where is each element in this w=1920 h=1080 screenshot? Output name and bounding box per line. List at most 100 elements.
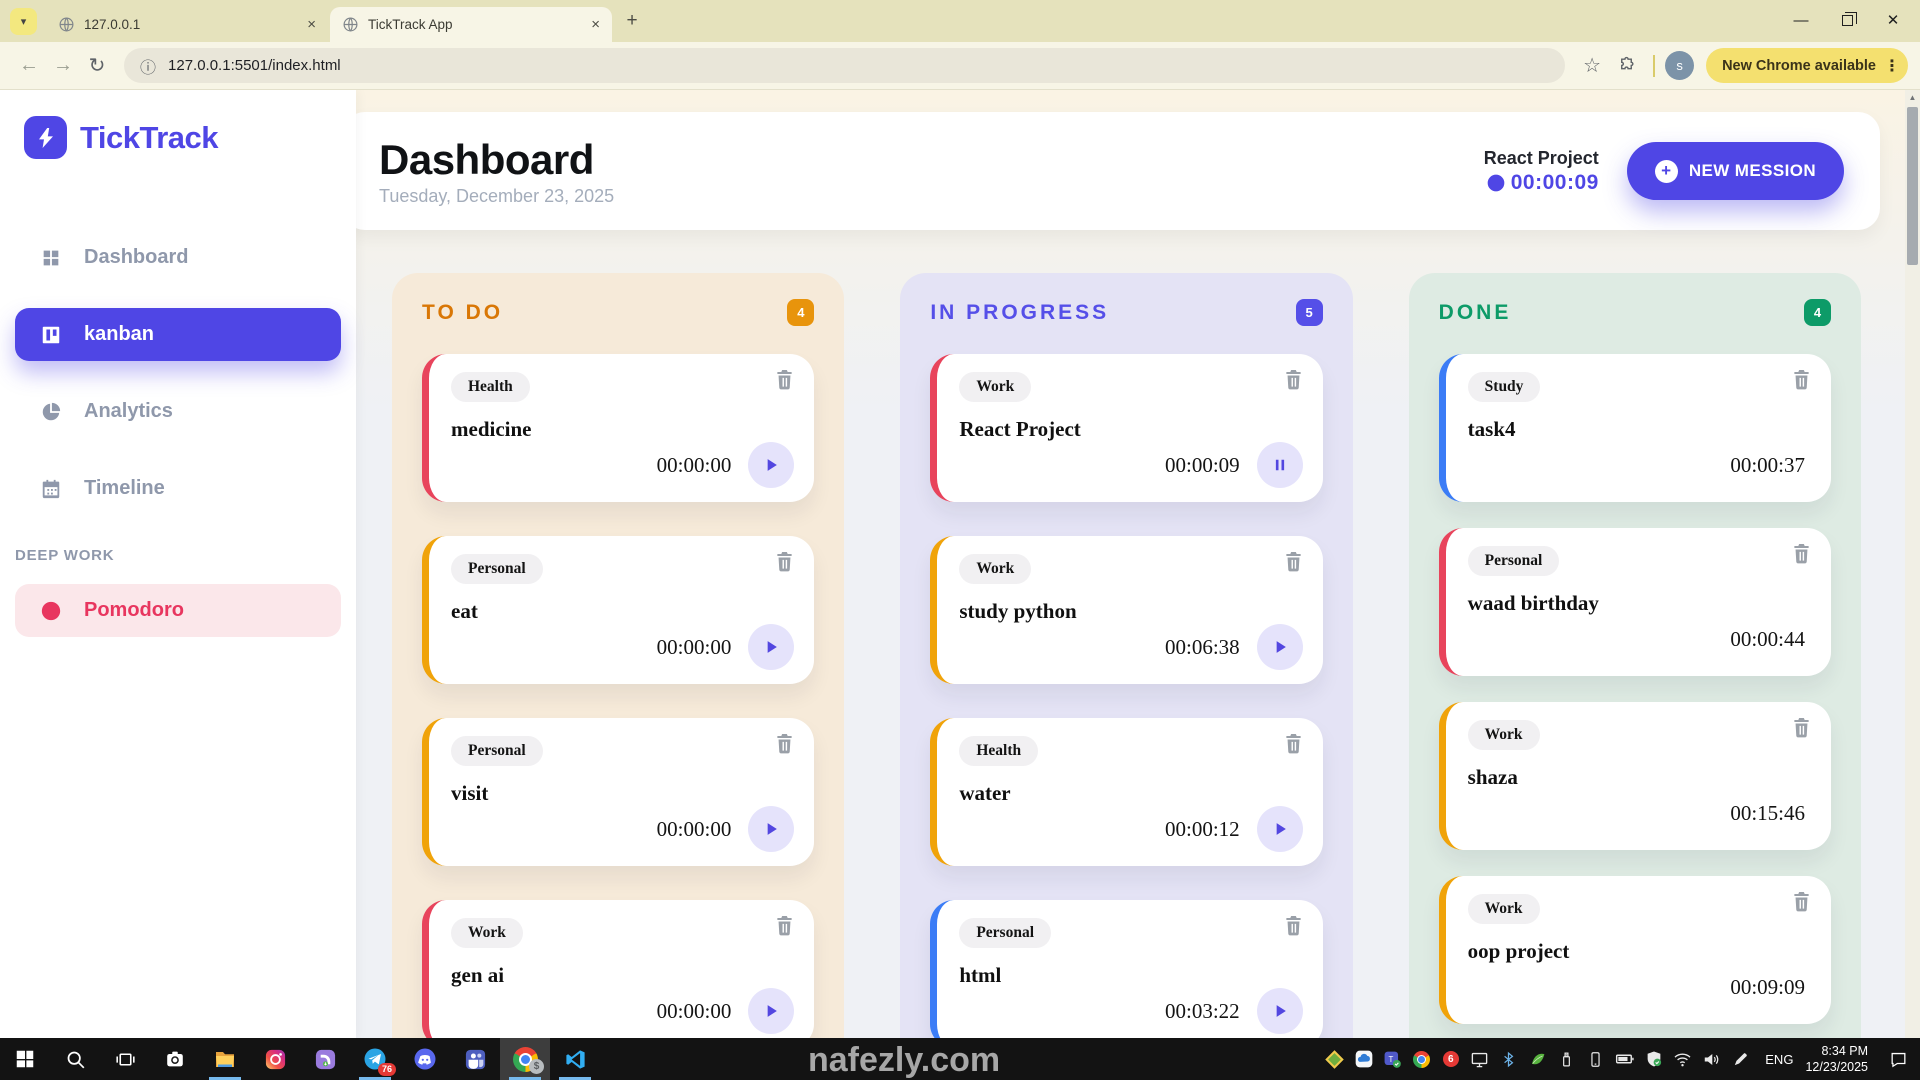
bluetooth-tray-icon[interactable]	[1494, 1038, 1523, 1080]
play-button[interactable]	[748, 806, 795, 852]
onedrive-tray-icon[interactable]	[1349, 1038, 1378, 1080]
task-title: shaza	[1467, 765, 1518, 789]
file-explorer-taskbar-icon[interactable]	[200, 1038, 250, 1080]
tab-close-icon[interactable]: ×	[307, 16, 316, 33]
task-timer-row: 00:00:12	[1165, 806, 1303, 852]
task-card[interactable]: Work React Project 00:00:09	[930, 354, 1323, 502]
search-taskbar-icon[interactable]	[50, 1038, 100, 1080]
task-card[interactable]: Personal visit 00:00:00	[422, 718, 815, 866]
task-card[interactable]: Work shaza 00:15:46	[1438, 702, 1831, 850]
address-bar[interactable]: ⓘ 127.0.0.1:5501/index.html	[124, 48, 1566, 83]
battery-tray-icon[interactable]	[1610, 1038, 1639, 1080]
instagram-taskbar-icon[interactable]	[250, 1038, 300, 1080]
phone-link-tray-icon[interactable]	[1581, 1038, 1610, 1080]
pause-button[interactable]	[1256, 442, 1303, 488]
sidebar-item-analytics[interactable]: Analytics	[15, 385, 341, 438]
idm-scheduler-tray-icon[interactable]	[1320, 1038, 1349, 1080]
play-button[interactable]	[748, 442, 795, 488]
play-button[interactable]	[1256, 624, 1303, 670]
tab-title: 127.0.0.1	[84, 17, 141, 32]
discord-taskbar-icon[interactable]	[400, 1038, 450, 1080]
delete-task-button[interactable]	[775, 551, 794, 576]
new-mission-button[interactable]: + NEW MESSION	[1626, 142, 1844, 200]
delete-task-button[interactable]	[1284, 551, 1303, 576]
profile-avatar[interactable]: s	[1665, 51, 1695, 80]
task-card[interactable]: Work oop project 00:09:09	[1438, 876, 1831, 1024]
language-indicator[interactable]: ENG	[1765, 1052, 1793, 1067]
delete-task-button[interactable]	[775, 915, 794, 940]
delete-task-button[interactable]	[1792, 717, 1811, 742]
chrome-taskbar-icon[interactable]: $	[500, 1038, 550, 1080]
sidebar: TickTrack Dashboard kanban Analytics Tim…	[0, 90, 356, 1038]
defender-tray-icon[interactable]	[1639, 1038, 1668, 1080]
chrome-update-button[interactable]: New Chrome available ⋮	[1706, 48, 1908, 83]
delete-task-button[interactable]	[1792, 369, 1811, 394]
task-card[interactable]: Health water 00:00:12	[930, 718, 1323, 866]
column-count-badge: 4	[787, 299, 815, 326]
mi-store-taskbar-icon[interactable]	[300, 1038, 350, 1080]
delete-task-button[interactable]	[1284, 915, 1303, 940]
taskbar-clock[interactable]: 8:34 PM 12/23/2025	[1805, 1043, 1868, 1076]
play-button[interactable]	[1256, 806, 1303, 852]
browser-tab-2-active[interactable]: TickTrack App ×	[330, 7, 612, 42]
toolbar-divider	[1653, 54, 1656, 77]
sidebar-item-timeline[interactable]: Timeline	[15, 462, 341, 515]
page-scrollbar[interactable]: ▲	[1905, 90, 1920, 1038]
site-info-icon[interactable]: ⓘ	[140, 54, 156, 78]
sidebar-item-pomodoro[interactable]: Pomodoro	[15, 584, 341, 637]
telegram-taskbar-icon[interactable]: 76	[350, 1038, 400, 1080]
task-card[interactable]: Work study python 00:06:38	[930, 536, 1323, 684]
tab-search-button[interactable]: ▾	[10, 8, 37, 35]
update-alert-tray-icon[interactable]: 6	[1436, 1038, 1465, 1080]
chrome-mini-tray-icon[interactable]	[1407, 1038, 1436, 1080]
delete-task-button[interactable]	[775, 369, 794, 394]
browser-tab-1[interactable]: 127.0.0.1 ×	[46, 7, 328, 42]
forward-button[interactable]: →	[46, 49, 80, 83]
active-timer-value: 00:00:09	[1510, 170, 1599, 194]
monitor-tray-icon[interactable]	[1465, 1038, 1494, 1080]
play-button[interactable]	[748, 624, 795, 670]
delete-task-button[interactable]	[1284, 733, 1303, 758]
play-button[interactable]	[1256, 988, 1303, 1034]
task-time: 00:15:46	[1730, 801, 1805, 825]
delete-task-button[interactable]	[1792, 891, 1811, 916]
new-tab-button[interactable]: +	[618, 7, 646, 35]
play-button[interactable]	[748, 988, 795, 1034]
task-card[interactable]: Personal html 00:03:22	[930, 900, 1323, 1038]
camera-app-taskbar-icon[interactable]	[150, 1038, 200, 1080]
scroll-up-icon[interactable]: ▲	[1905, 93, 1920, 102]
task-view-taskbar-icon[interactable]	[100, 1038, 150, 1080]
category-chip: Personal	[959, 918, 1052, 948]
task-card[interactable]: Health medicine 00:00:00	[422, 354, 815, 502]
reload-button[interactable]: ↻	[80, 49, 114, 83]
delete-task-button[interactable]	[1792, 543, 1811, 568]
scrollbar-thumb[interactable]	[1907, 107, 1918, 265]
action-center-icon[interactable]	[1880, 1038, 1916, 1080]
sidebar-item-dashboard[interactable]: Dashboard	[15, 231, 341, 284]
teams-status-tray-icon[interactable]: T	[1378, 1038, 1407, 1080]
back-button[interactable]: ←	[12, 49, 46, 83]
wifi-tray-icon[interactable]	[1668, 1038, 1697, 1080]
sidebar-item-kanban[interactable]: kanban	[15, 308, 341, 361]
usb-tray-icon[interactable]	[1552, 1038, 1581, 1080]
restore-button[interactable]	[1824, 0, 1870, 40]
minimize-button[interactable]: —	[1778, 0, 1824, 40]
task-card[interactable]: Work gen ai 00:00:00	[422, 900, 815, 1038]
bookmark-star-icon[interactable]: ☆	[1575, 49, 1609, 83]
extensions-icon[interactable]	[1609, 49, 1643, 83]
tab-close-icon[interactable]: ×	[591, 16, 600, 33]
task-card[interactable]: Personal waad birthday 00:00:44	[1438, 528, 1831, 676]
pen-tray-icon[interactable]	[1726, 1038, 1755, 1080]
task-card[interactable]: Study task4 00:00:37	[1438, 354, 1831, 502]
volume-tray-icon[interactable]	[1697, 1038, 1726, 1080]
delete-task-button[interactable]	[1284, 369, 1303, 394]
task-card[interactable]: Personal eat 00:00:00	[422, 536, 815, 684]
vscode-taskbar-icon[interactable]	[550, 1038, 600, 1080]
delete-task-button[interactable]	[775, 733, 794, 758]
category-chip: Personal	[451, 554, 543, 584]
close-button[interactable]: ✕	[1870, 0, 1916, 40]
windows-start-taskbar-icon[interactable]	[0, 1038, 50, 1080]
task-timer-row: 00:00:00	[657, 442, 795, 488]
teams-taskbar-icon[interactable]	[450, 1038, 500, 1080]
idm-tray-icon[interactable]	[1523, 1038, 1552, 1080]
